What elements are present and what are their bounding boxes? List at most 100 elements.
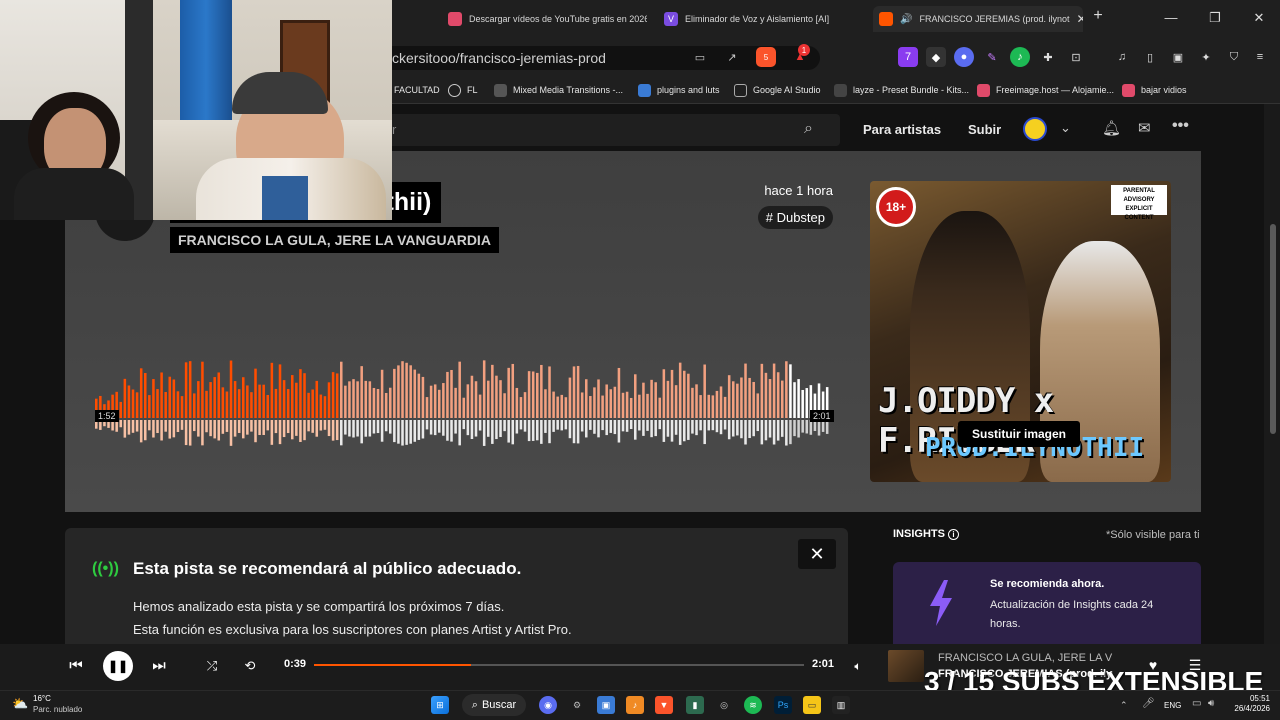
capture-icon[interactable]: ⊡ — [1066, 47, 1086, 67]
mail-icon[interactable]: ✉ — [1138, 119, 1151, 137]
waveform-bar — [197, 381, 200, 418]
weather-icon[interactable]: ⛅ — [12, 696, 28, 712]
scrollbar-thumb[interactable] — [1270, 224, 1276, 434]
replace-image-button[interactable]: Sustituir imagen — [958, 421, 1081, 447]
search-icon[interactable]: ⌕ — [804, 120, 813, 138]
previous-icon[interactable]: ⏮ — [66, 655, 86, 675]
insights-heading-label: INSIGHTS — [893, 528, 945, 540]
waveform-bar — [617, 367, 621, 418]
system-clock[interactable]: 05:51 26/4/2026 — [1226, 694, 1270, 714]
bookmark-item[interactable]: layze - Preset Bundle - Kits... — [834, 82, 969, 98]
upload-link[interactable]: Subir — [968, 122, 1001, 137]
volume-icon[interactable]: 🔈︎ — [849, 657, 867, 675]
tab-voice-remover[interactable]: V Eliminador de Voz y Aislamiento [AI] — [658, 6, 863, 32]
bookmark-item[interactable]: FL — [448, 82, 478, 98]
more-icon[interactable]: ••• — [1172, 117, 1189, 135]
waveform-bar — [687, 373, 690, 418]
waveform-reflection-bar — [466, 420, 470, 436]
spotify-icon[interactable]: ≋ — [744, 696, 762, 714]
bookmark-item[interactable]: Mixed Media Transitions -... — [494, 82, 623, 98]
for-artists-link[interactable]: Para artistas — [863, 122, 941, 137]
folder-icon[interactable]: ▭ — [803, 696, 821, 714]
microphone-icon[interactable]: 🎤︎ — [1142, 698, 1155, 709]
brave-icon[interactable]: ▼ — [655, 696, 673, 714]
vpn-icon[interactable]: ⛉ — [1224, 47, 1244, 67]
waveform-bar — [262, 384, 265, 418]
genre-tag[interactable]: # Dubstep — [757, 206, 833, 229]
shuffle-icon[interactable]: ⤮ — [203, 657, 221, 675]
media-icon[interactable]: ♫ — [1112, 47, 1132, 67]
waveform-reflection-bar — [438, 420, 441, 433]
now-playing-artwork[interactable] — [888, 650, 924, 682]
sidebar-icon[interactable]: ▯ — [1140, 47, 1160, 67]
extension-4-icon[interactable]: ✎ — [982, 47, 1002, 67]
now-playing-artist[interactable]: FRANCISCO LA GULA, JERE LA V — [938, 652, 1113, 664]
pause-button[interactable]: ❚❚ — [103, 651, 133, 681]
app-icon[interactable]: ▣ — [597, 696, 615, 714]
waveform-bar — [507, 367, 510, 418]
waveform[interactable] — [95, 356, 830, 456]
repeat-icon[interactable]: ⟲ — [241, 657, 259, 675]
extension-1-icon[interactable]: 7 — [898, 47, 918, 67]
avatar[interactable] — [1023, 117, 1047, 141]
search-input[interactable]: r — [370, 114, 840, 146]
bookmark-item[interactable]: FACULTAD — [394, 82, 440, 98]
bookmark-item[interactable]: Google AI Studio — [734, 82, 821, 98]
waveform-bar — [315, 380, 319, 418]
settings-icon[interactable]: ⚙ — [568, 696, 586, 714]
page-scrollbar[interactable] — [1264, 104, 1280, 644]
volume-icon[interactable]: 🔊︎ — [1208, 698, 1214, 709]
wallet-icon[interactable]: ▣ — [1168, 47, 1188, 67]
app-icon[interactable]: ◎ — [715, 696, 733, 714]
close-icon[interactable]: ✕ — [798, 539, 836, 569]
tab-youtube-downloader[interactable]: Descargar vídeos de YouTube gratis en 20… — [442, 6, 647, 32]
app-icon[interactable]: ▥ — [832, 696, 850, 714]
waveform-bar — [131, 389, 135, 418]
waveform-reflection-bar — [736, 420, 739, 436]
waveform-reflection-bar — [258, 420, 261, 436]
fl-studio-icon[interactable]: ♪ — [626, 696, 644, 714]
extension-2-icon[interactable]: ◆ — [926, 47, 946, 67]
extensions-puzzle-icon[interactable]: ✚ — [1038, 47, 1058, 67]
track-artists[interactable]: FRANCISCO LA GULA, JERE LA VANGUARDIA — [170, 227, 499, 253]
network-icon[interactable]: ▭ — [1192, 698, 1201, 709]
extension-5-icon[interactable]: ♪ — [1010, 47, 1030, 67]
bookmark-item[interactable]: Freeimage.host — Alojamie... — [977, 82, 1114, 98]
waveform-bar — [597, 379, 600, 418]
recommendation-text: Esta función es exclusiva para los suscr… — [133, 622, 572, 637]
waveform-bar — [160, 372, 163, 418]
minimize-button[interactable]: — — [1163, 10, 1179, 25]
info-icon[interactable]: i — [948, 529, 960, 540]
discord-icon[interactable]: ◉ — [539, 696, 557, 714]
bookmark-item[interactable]: plugins and luts — [638, 82, 720, 98]
tab-close-icon[interactable]: ✕ — [1077, 12, 1084, 26]
share-icon[interactable]: ↗ — [722, 47, 742, 67]
brave-shields-icon[interactable]: 5 — [756, 47, 776, 67]
bookmark-item[interactable]: bajar vidios — [1122, 82, 1187, 98]
progress-bar[interactable] — [314, 664, 804, 666]
tab-soundcloud-active[interactable]: 🔊 FRANCISCO JEREMIAS (prod. ilynot ✕ — [873, 6, 1083, 32]
extension-3-icon[interactable]: ● — [954, 47, 974, 67]
leo-ai-icon[interactable]: ✦ — [1196, 47, 1216, 67]
restore-button[interactable]: ❐ — [1207, 10, 1223, 26]
waveform-reflection-bar — [609, 420, 613, 433]
chevron-down-icon[interactable]: ⌄ — [1060, 120, 1071, 136]
app-icon[interactable]: ▮ — [686, 696, 704, 714]
waveform-reflection-bar — [299, 420, 302, 442]
cast-icon[interactable]: ▭ — [690, 47, 710, 67]
next-icon[interactable]: ⏭ — [149, 655, 169, 675]
bell-icon[interactable]: 🔔︎ — [1102, 119, 1121, 137]
language-indicator[interactable]: ENG — [1164, 701, 1181, 710]
waveform-bar — [123, 378, 127, 418]
new-tab-button[interactable]: + — [1090, 7, 1106, 25]
chevron-up-icon[interactable]: ⌃ — [1120, 700, 1128, 711]
taskbar-search[interactable]: ⌕ Buscar — [462, 694, 526, 716]
start-icon[interactable]: ⊞ — [431, 696, 449, 714]
waveform-reflection-bar — [266, 420, 270, 431]
menu-icon[interactable]: ≡ — [1250, 47, 1270, 67]
photoshop-icon[interactable]: Ps — [774, 696, 792, 714]
waveform-reflection-bar — [164, 420, 167, 432]
waveform-reflection-bar — [184, 420, 188, 446]
waveform-bar — [748, 377, 751, 418]
close-window-button[interactable]: ✕ — [1251, 10, 1267, 26]
